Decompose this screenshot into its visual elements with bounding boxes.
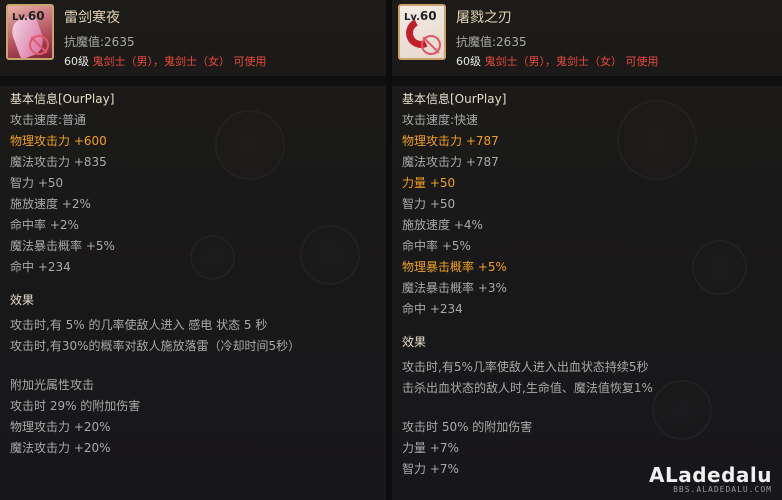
effect-line: 攻击时,有5%几率使敌人进入出血状态持续5秒 [402,360,649,374]
stat-line: 魔法攻击力 +835 [10,155,107,169]
stat-line: 施放速度 +2% [10,197,91,211]
stat-line: 命中 +234 [402,302,463,316]
effect-line: 攻击时,有30%的概率对敌人施放落雷（冷却时间5秒） [10,339,301,353]
req-level: 60级 [64,55,89,68]
item-details: 基本信息[OurPlay] 攻击速度:普通 物理攻击力 +600 魔法攻击力 +… [10,88,380,500]
req-suffix: 可使用 [625,55,659,68]
section-basic-info: 基本信息[OurPlay] [10,92,115,106]
extra-line: 魔法攻击力 +20% [10,441,111,455]
item-name: 屠戮之刃 [456,10,512,26]
watermark-brand: ALadedalu [648,463,772,487]
section-effect: 效果 [402,335,427,349]
stat-line: 智力 +50 [10,176,64,190]
stat-line: 魔法暴击概率 +5% [10,239,115,253]
req-level: 60级 [456,55,481,68]
stat-line: 命中率 +5% [402,239,471,253]
item-tooltip-right: Lv.60 屠戮之刃 抗魔值:2635 60级 鬼剑士（男），鬼剑士（女） 可使… [392,0,782,500]
site-watermark: ALadedalu BBS.ALADEDALU.COM [649,465,772,494]
section-effect: 效果 [10,293,35,307]
claw-blade-item-icon[interactable]: Lv.60 [398,4,446,60]
stat-line: 命中率 +2% [10,218,79,232]
header-separator [392,76,782,86]
header-separator [0,76,386,86]
requirement-line: 60级 鬼剑士（男），鬼剑士（女） 可使用 [64,53,267,69]
stat-line: 智力 +50 [402,197,456,211]
stat-line: 物理攻击力 +787 [402,134,499,148]
stat-line: 施放速度 +4% [402,218,483,232]
stat-line: 命中 +234 [10,260,71,274]
anti-magic-value: 抗魔值:2635 [456,35,527,49]
stat-line: 魔法暴击概率 +3% [402,281,507,295]
req-classes: 鬼剑士（男），鬼剑士（女） [484,55,623,68]
no-sign-icon [421,35,441,55]
req-classes: 鬼剑士（男），鬼剑士（女） [92,55,231,68]
extra-line: 攻击时 29% 的附加伤害 [10,399,141,413]
effect-line: 击杀出血状态的敌人时,生命值、魔法值恢复1% [402,381,653,395]
effect-line: 攻击时,有 5% 的几率使敌人进入 感电 状态 5 秒 [10,318,268,332]
requirement-line: 60级 鬼剑士（男），鬼剑士（女） 可使用 [456,53,659,69]
sword-item-icon[interactable]: Lv.60 [6,4,54,60]
stat-line: 攻击速度:快速 [402,113,479,127]
item-tooltip-left: Lv.60 雷剑寒夜 抗魔值:2635 60级 鬼剑士（男），鬼剑士（女） 可使… [0,0,386,500]
item-header: Lv.60 雷剑寒夜 抗魔值:2635 60级 鬼剑士（男），鬼剑士（女） 可使… [0,0,386,80]
stat-line: 攻击速度:普通 [10,113,87,127]
extra-line: 物理攻击力 +20% [10,420,111,434]
stat-line: 物理暴击概率 +5% [402,260,507,274]
stat-line: 魔法攻击力 +787 [402,155,499,169]
item-details: 基本信息[OurPlay] 攻击速度:快速 物理攻击力 +787 魔法攻击力 +… [402,88,776,500]
req-suffix: 可使用 [233,55,267,68]
anti-magic-value: 抗魔值:2635 [64,35,135,49]
section-basic-info: 基本信息[OurPlay] [402,92,507,106]
item-level-badge: Lv.60 [12,9,45,23]
item-name: 雷剑寒夜 [64,10,120,26]
stat-line: 物理攻击力 +600 [10,134,107,148]
item-level-badge: Lv.60 [404,9,437,23]
extra-line: 力量 +7% [402,441,459,455]
extra-title: 附加光属性攻击 [10,378,95,392]
no-sign-icon [29,35,49,55]
stat-line: 力量 +50 [402,176,456,190]
item-header: Lv.60 屠戮之刃 抗魔值:2635 60级 鬼剑士（男），鬼剑士（女） 可使… [392,0,782,80]
extra-line: 攻击时 50% 的附加伤害 [402,420,533,434]
